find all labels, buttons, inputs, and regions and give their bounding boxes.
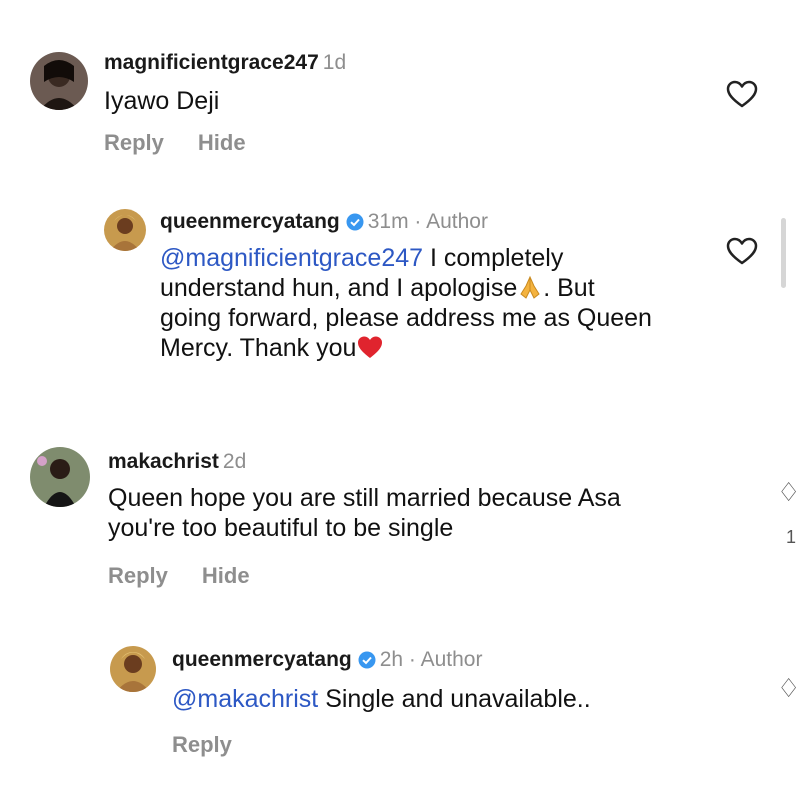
scrollbar[interactable]: [781, 218, 786, 288]
comment-text: @magnificientgrace247 I completely under…: [160, 244, 652, 362]
username[interactable]: makachrist: [108, 450, 219, 473]
timestamp: 2h · Author: [379, 648, 483, 671]
heart-outline-icon[interactable]: [726, 237, 758, 265]
comment-text: Queen hope you are still married because…: [108, 484, 621, 542]
heart-outline-icon-clipped[interactable]: ♢: [777, 673, 800, 704]
comment-actions: Reply Hide: [108, 563, 284, 589]
comment-text: Iyawo Deji: [104, 87, 220, 115]
hide-button[interactable]: Hide: [202, 563, 250, 588]
reply-button[interactable]: Reply: [108, 563, 168, 588]
comment-actions: Reply Hide: [104, 130, 280, 156]
mention-link[interactable]: @makachrist: [172, 685, 318, 713]
username[interactable]: magnificientgrace247: [104, 51, 319, 74]
heart-outline-icon[interactable]: [726, 80, 758, 108]
verified-badge-icon: [346, 213, 364, 231]
verified-badge-icon: [358, 651, 376, 669]
avatar-makachrist[interactable]: [30, 447, 90, 507]
comment-text: @makachrist Single and unavailable..: [172, 685, 591, 713]
timestamp: 1d: [322, 51, 347, 74]
heart-outline-icon-clipped[interactable]: ♢: [777, 477, 800, 508]
folded-hands-emoji: [520, 275, 540, 299]
avatar-queenmercyatang[interactable]: [110, 646, 156, 692]
username[interactable]: queenmercyatang: [160, 210, 340, 233]
red-heart-emoji: [358, 336, 383, 358]
like-count: 1: [786, 527, 797, 547]
comment-header: queenmercyatang 2h · Author: [172, 647, 482, 673]
reply-button[interactable]: Reply: [172, 732, 232, 757]
mention-link[interactable]: @magnificientgrace247: [160, 244, 423, 272]
username[interactable]: queenmercyatang: [172, 648, 352, 671]
comment-actions: Reply: [172, 732, 266, 758]
comment-header: makachrist 2d: [108, 449, 246, 475]
timestamp: 31m · Author: [367, 210, 488, 233]
comment-header: magnificientgrace247 1d: [104, 50, 346, 76]
hide-button[interactable]: Hide: [198, 130, 246, 155]
avatar-magnificientgrace247[interactable]: [30, 52, 88, 110]
reply-button[interactable]: Reply: [104, 130, 164, 155]
comment-header: queenmercyatang 31m · Author: [160, 209, 488, 235]
timestamp: 2d: [222, 450, 247, 473]
avatar-queenmercyatang[interactable]: [104, 209, 146, 251]
